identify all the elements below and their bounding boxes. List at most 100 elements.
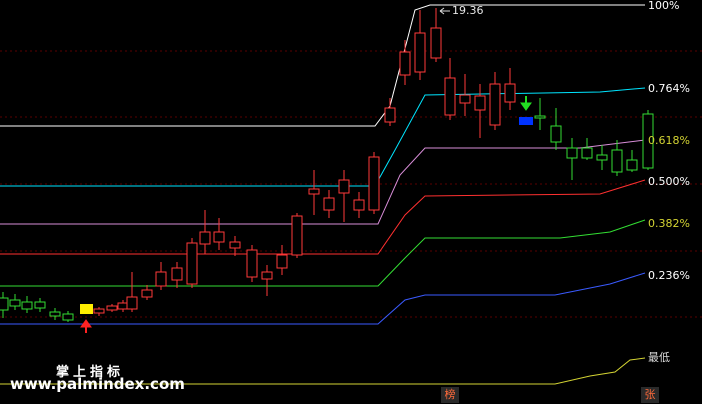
sell-arrow-icon [520,96,532,111]
candle [276,245,288,275]
candle-body [489,83,501,126]
candle [384,98,396,126]
chart-canvas [0,4,702,385]
candle-body [444,77,456,116]
candle-body [626,159,638,171]
candle-body [261,271,273,280]
candle [308,170,320,215]
candle [566,138,578,180]
level-label-low: 最低 [648,351,670,364]
candle-body [171,267,183,281]
candle-body [338,179,350,194]
candle-body [504,83,516,103]
candle-body [126,296,138,310]
candle-body [596,154,608,161]
candle [489,72,501,130]
candle [504,68,516,110]
candle-body [474,95,486,111]
candle [581,138,593,160]
watermark-url: www.palmindex.com [10,375,185,393]
candle [155,262,167,290]
candle-body [291,215,303,256]
candle-body [323,197,335,211]
candle [141,285,153,300]
level-label-0764: 0.764% [648,82,690,95]
candle-body [213,231,225,243]
candle [199,210,211,254]
level-label-0236: 0.236% [648,269,690,282]
footer-tag-zhang[interactable]: 张 [641,387,659,403]
candle-body [384,107,396,123]
candle [611,140,623,176]
candle-body [141,289,153,298]
candle-body [0,297,9,311]
candle-body [308,188,320,195]
high-pointer-icon [439,7,450,15]
candle-body [246,249,258,278]
candle [596,145,608,170]
level-label-0382: 0.382% [648,217,690,230]
candle [246,245,258,282]
candle [399,40,411,85]
candle-body [550,125,562,143]
candle [459,74,471,116]
sell-signal-marker [519,117,533,125]
candle-body [611,149,623,173]
candle [62,311,74,322]
candle [353,192,365,218]
candle [368,152,380,214]
candle [106,304,118,312]
candle-body [155,271,167,287]
candle [34,298,46,312]
level-label-0618: 0.618% [648,134,690,147]
candle-body [430,27,442,59]
candle-body [199,231,211,245]
candle [430,8,442,62]
candle [21,296,33,313]
candle-body [353,199,365,211]
candle-body [414,32,426,73]
candle-body [459,94,471,104]
candle [93,307,105,316]
level-label-100: 100% [648,0,680,12]
candle [9,294,21,310]
candle [229,236,241,256]
candle [0,292,9,318]
candle [126,272,138,312]
candle-body [566,147,578,159]
level-label-0500: 0.500% [648,175,690,188]
candle [186,238,198,288]
candle [414,10,426,80]
candle-body [62,313,74,321]
candle-body [106,305,118,311]
candle [444,58,456,120]
candle-body [93,308,105,314]
candle-body [49,311,61,317]
candle-body [399,51,411,76]
footer-tag-bang[interactable]: 榜 [441,387,459,403]
level-line-100 [0,4,645,127]
buy-signal-marker [80,304,93,314]
candle [261,265,273,296]
candle [171,262,183,288]
buy-arrow-icon [80,319,92,333]
grid [0,50,702,318]
candle [550,108,562,150]
candle [534,98,546,130]
candle [49,308,61,320]
candle-body [21,301,33,310]
candle [291,213,303,258]
candlesticks [0,8,654,322]
candle-body [34,301,46,309]
candle-body [9,299,21,307]
candle [213,218,225,250]
level-line-0764 [0,87,646,187]
candle-body [276,254,288,269]
level-line-0500 [0,179,646,255]
candle [338,170,350,222]
candle-body [581,147,593,159]
level-line-0382 [0,219,646,287]
candle-body [229,241,241,249]
high-price-label: 19.36 [452,4,484,17]
candle-body [186,242,198,285]
